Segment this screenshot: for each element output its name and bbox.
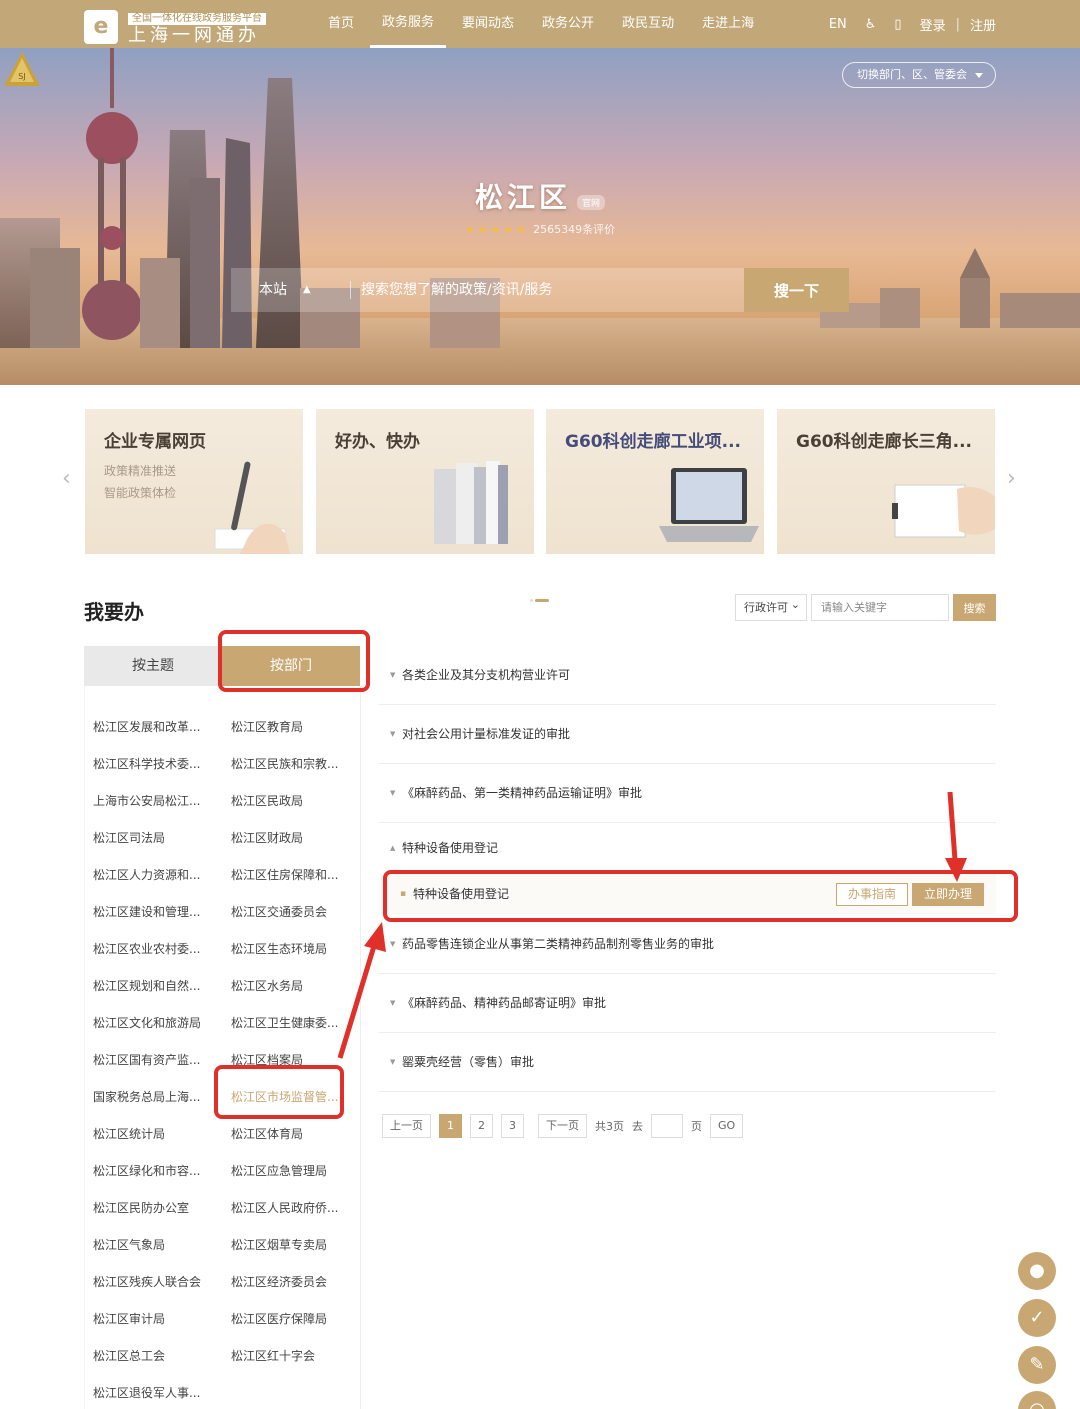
edit-note-icon[interactable]: ✎: [1018, 1346, 1056, 1384]
annotation-arrows: [337, 791, 967, 1059]
user-center-icon[interactable]: ●: [1018, 1252, 1056, 1290]
calendar-check-icon[interactable]: ✓: [1018, 1299, 1056, 1337]
